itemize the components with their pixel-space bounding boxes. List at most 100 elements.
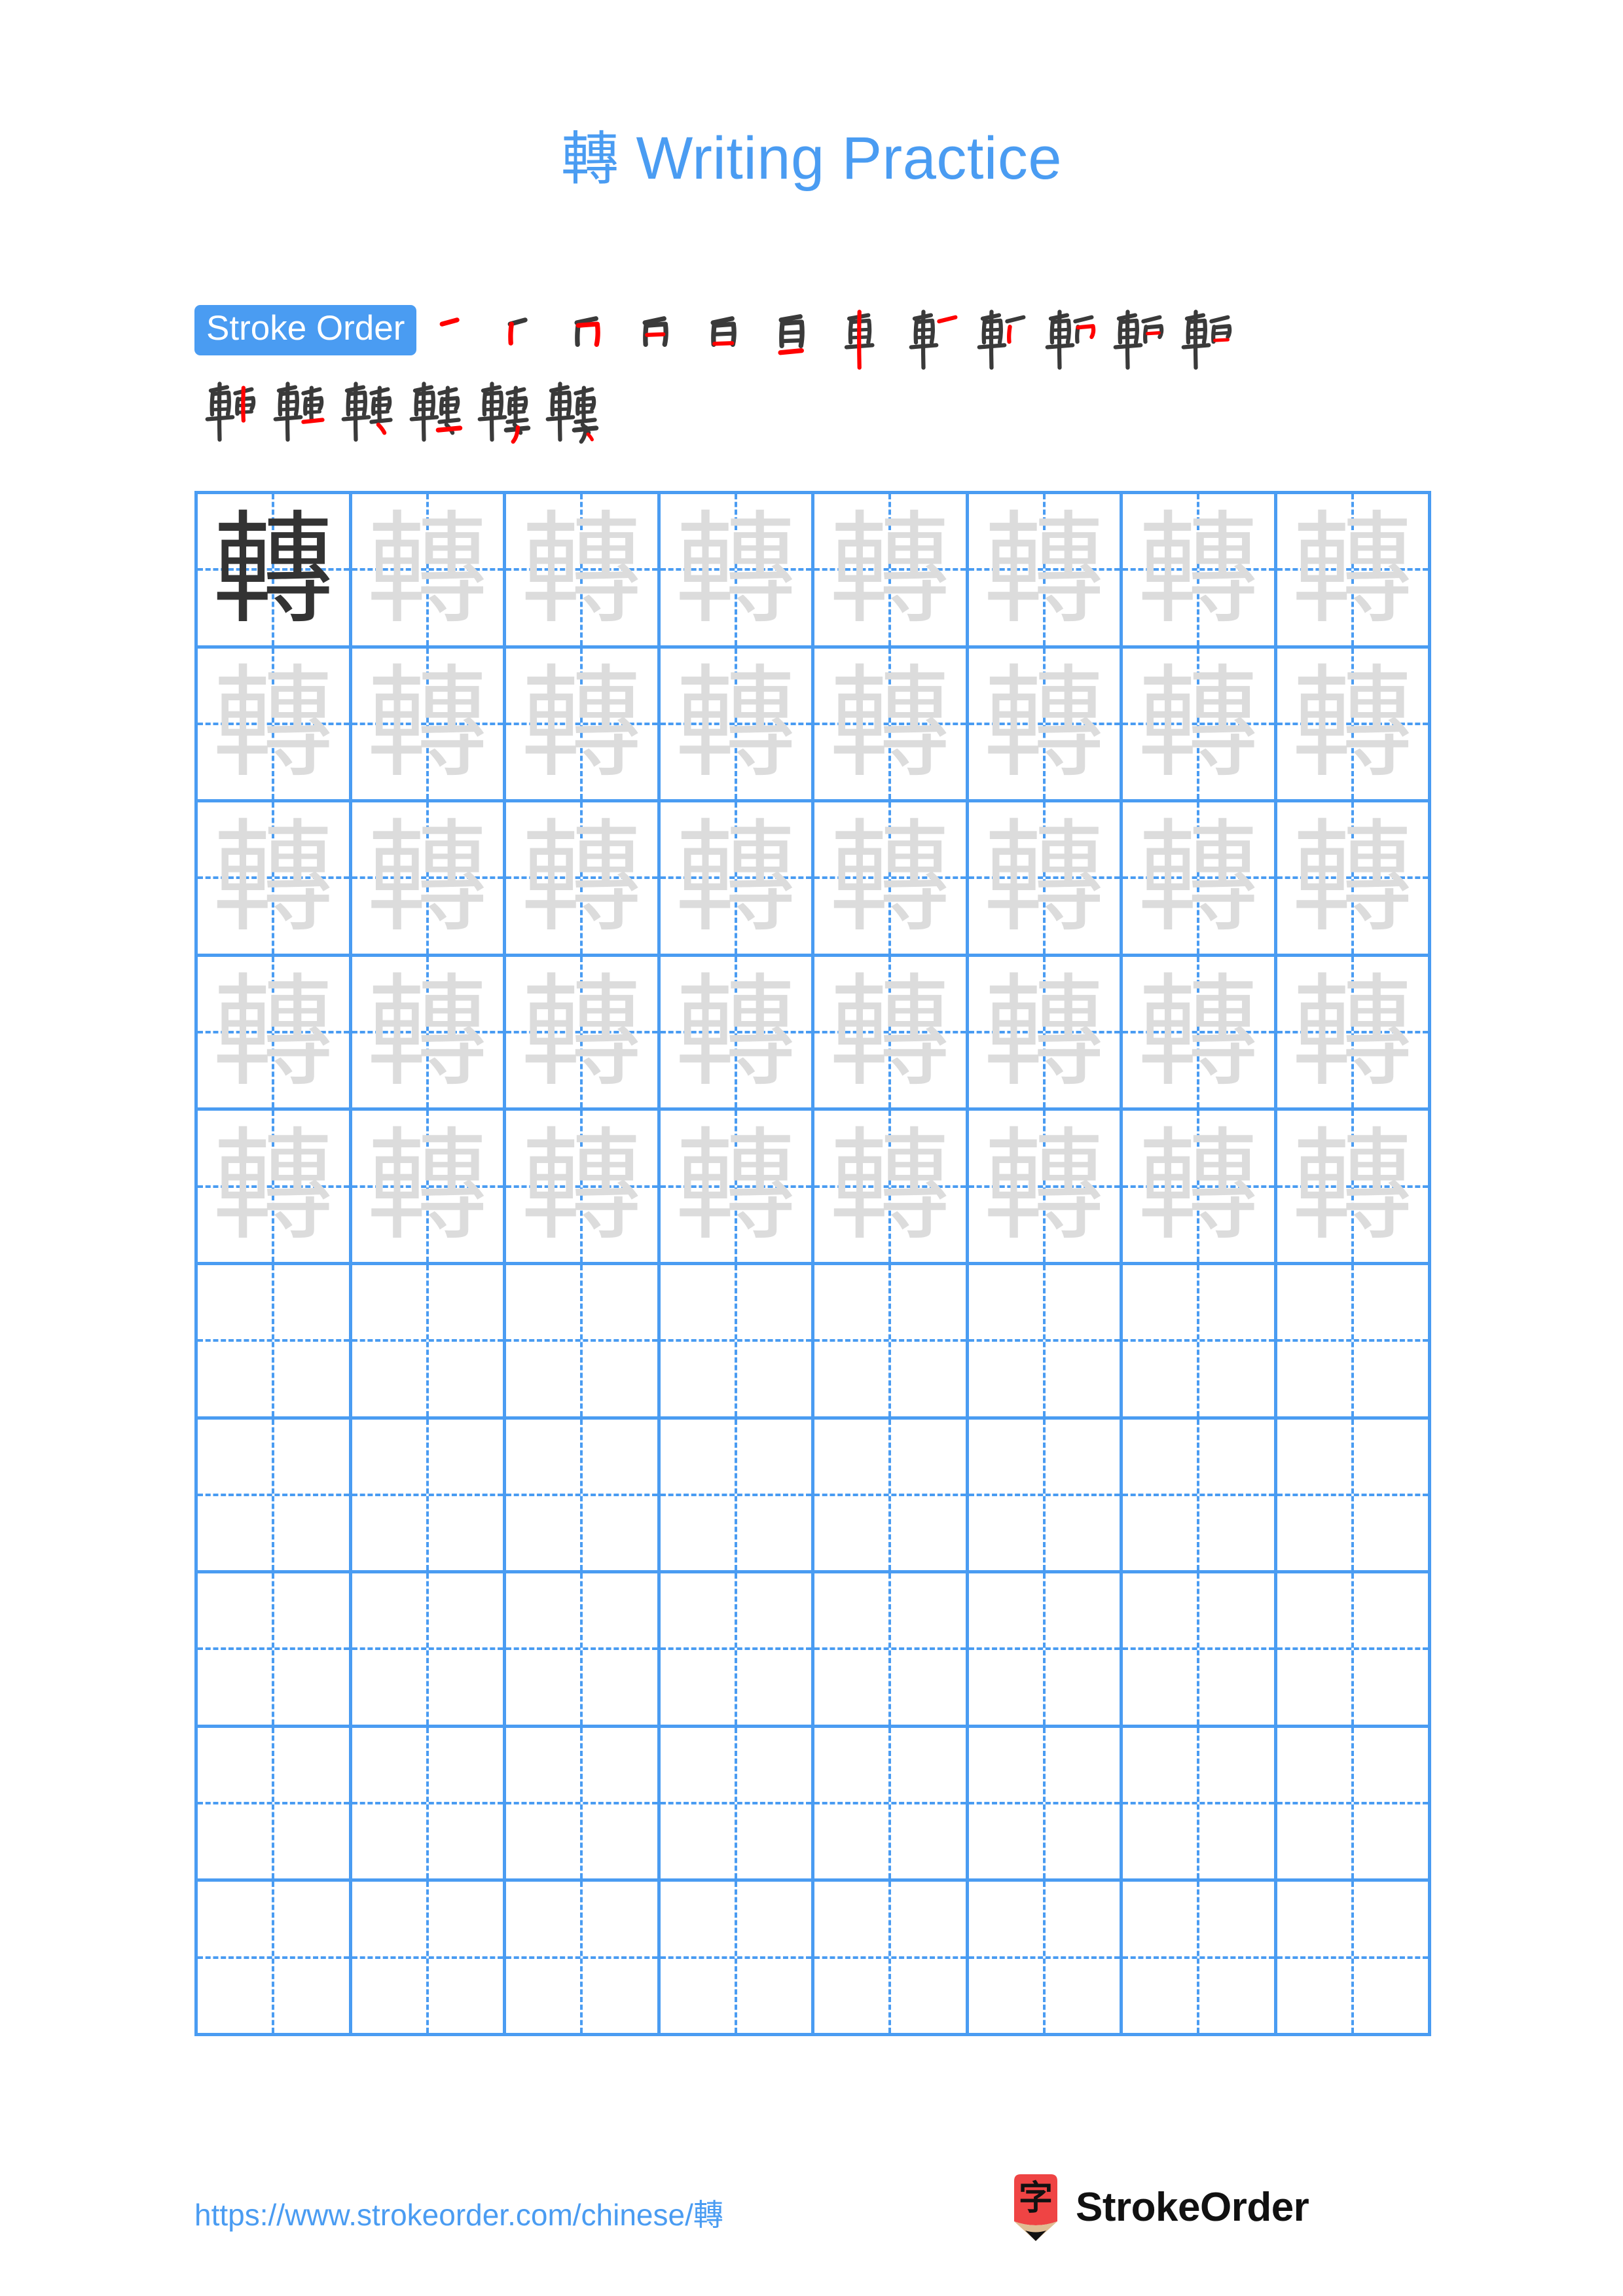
- practice-grid-cell[interactable]: 轉: [968, 648, 1123, 803]
- practice-grid-cell[interactable]: [814, 1882, 969, 2036]
- practice-grid-cell[interactable]: 轉: [352, 956, 506, 1111]
- practice-grid-cell[interactable]: [1123, 1419, 1277, 1574]
- blank-cell: [1277, 1573, 1429, 1725]
- practice-grid-cell[interactable]: 轉: [1123, 956, 1277, 1111]
- practice-grid-cell[interactable]: 轉: [506, 494, 661, 649]
- practice-grid-cell[interactable]: [814, 1419, 969, 1574]
- practice-grid-cell[interactable]: 轉: [198, 494, 352, 649]
- practice-grid-cell[interactable]: 轉: [968, 494, 1123, 649]
- footer-url-link[interactable]: https://www.strokeorder.com/chinese/轉: [194, 2191, 723, 2234]
- practice-grid-cell[interactable]: [198, 1419, 352, 1574]
- practice-grid-cell[interactable]: 轉: [1123, 1111, 1277, 1265]
- practice-grid-cell[interactable]: [968, 1419, 1123, 1574]
- practice-grid-cell[interactable]: [968, 1882, 1123, 2036]
- practice-grid-cell[interactable]: 轉: [506, 956, 661, 1111]
- practice-grid-cell[interactable]: [660, 1882, 814, 2036]
- practice-grid-cell[interactable]: 轉: [506, 648, 661, 803]
- practice-grid-cell[interactable]: 轉: [352, 648, 506, 803]
- practice-grid-cell[interactable]: [198, 1265, 352, 1420]
- practice-grid-cell[interactable]: [660, 1573, 814, 1728]
- practice-grid-cell[interactable]: [1123, 1882, 1277, 2036]
- practice-grid-cell[interactable]: [506, 1882, 661, 2036]
- stroke-step-16: [399, 377, 467, 445]
- practice-grid-cell[interactable]: [1277, 1882, 1431, 2036]
- practice-grid-cell[interactable]: 轉: [198, 1111, 352, 1265]
- practice-grid-cell[interactable]: 轉: [352, 494, 506, 649]
- practice-grid-cell[interactable]: 轉: [660, 1111, 814, 1265]
- stroke-order-row-2: [194, 377, 1438, 445]
- practice-grid-cell[interactable]: [1123, 1573, 1277, 1728]
- practice-grid-cell[interactable]: 轉: [814, 956, 969, 1111]
- trace-character: 轉: [520, 1115, 642, 1257]
- trace-character: 轉: [212, 653, 334, 795]
- practice-grid-cell[interactable]: 轉: [814, 1111, 969, 1265]
- blank-cell: [506, 1265, 657, 1416]
- practice-grid-cell[interactable]: 轉: [1277, 494, 1431, 649]
- practice-grid-cell[interactable]: [352, 1419, 506, 1574]
- practice-grid-cell[interactable]: 轉: [506, 802, 661, 957]
- blank-cell: [814, 1728, 966, 1879]
- trace-character: 轉: [212, 961, 334, 1103]
- practice-grid-cell[interactable]: [968, 1573, 1123, 1728]
- stroke-step-14: [263, 377, 331, 445]
- practice-grid-cell[interactable]: [198, 1882, 352, 2036]
- stroke-step-7: [830, 305, 898, 373]
- practice-grid-cell[interactable]: 轉: [1277, 1111, 1431, 1265]
- trace-character: 轉: [983, 498, 1105, 640]
- practice-grid-cell[interactable]: [968, 1727, 1123, 1882]
- practice-grid-cell[interactable]: [352, 1882, 506, 2036]
- brand-logo[interactable]: 字 StrokeOrder: [1010, 2173, 1309, 2241]
- practice-grid-cell[interactable]: [506, 1265, 661, 1420]
- practice-grid-cell[interactable]: [198, 1573, 352, 1728]
- practice-grid-cell[interactable]: [814, 1573, 969, 1728]
- practice-grid-cell[interactable]: [660, 1727, 814, 1882]
- practice-grid-cell[interactable]: 轉: [968, 1111, 1123, 1265]
- practice-grid-cell[interactable]: 轉: [660, 956, 814, 1111]
- practice-grid-cell[interactable]: [506, 1727, 661, 1882]
- practice-grid-cell[interactable]: [1277, 1265, 1431, 1420]
- practice-grid-cell[interactable]: 轉: [1277, 956, 1431, 1111]
- practice-grid-cell[interactable]: 轉: [1277, 802, 1431, 957]
- practice-grid-cell[interactable]: 轉: [660, 802, 814, 957]
- practice-grid-cell[interactable]: 轉: [1123, 802, 1277, 957]
- practice-grid-cell[interactable]: [352, 1265, 506, 1420]
- practice-grid-cell[interactable]: [1277, 1727, 1431, 1882]
- practice-grid-cell[interactable]: [352, 1573, 506, 1728]
- practice-grid-cell[interactable]: [660, 1419, 814, 1574]
- practice-grid-cell[interactable]: 轉: [814, 494, 969, 649]
- practice-grid-cell[interactable]: 轉: [1123, 494, 1277, 649]
- practice-grid-cell[interactable]: [198, 1727, 352, 1882]
- practice-grid-cell[interactable]: [1277, 1573, 1431, 1728]
- practice-grid-cell[interactable]: [352, 1727, 506, 1882]
- blank-cell: [661, 1882, 812, 2033]
- practice-grid-row: [198, 1419, 1431, 1574]
- practice-grid-cell[interactable]: 轉: [1277, 648, 1431, 803]
- practice-grid-cell[interactable]: [1123, 1727, 1277, 1882]
- practice-grid-cell[interactable]: 轉: [352, 802, 506, 957]
- practice-grid-cell[interactable]: [814, 1727, 969, 1882]
- practice-grid-cell[interactable]: 轉: [968, 802, 1123, 957]
- blank-cell: [198, 1573, 349, 1725]
- practice-grid-cell[interactable]: 轉: [506, 1111, 661, 1265]
- practice-grid-cell[interactable]: 轉: [660, 648, 814, 803]
- practice-grid-cell[interactable]: 轉: [198, 648, 352, 803]
- practice-grid-cell[interactable]: 轉: [352, 1111, 506, 1265]
- practice-grid-cell[interactable]: 轉: [198, 956, 352, 1111]
- practice-grid-cell[interactable]: 轉: [968, 956, 1123, 1111]
- practice-grid-cell[interactable]: [814, 1265, 969, 1420]
- practice-grid-cell[interactable]: 轉: [198, 802, 352, 957]
- practice-grid-cell[interactable]: [506, 1419, 661, 1574]
- practice-grid-cell[interactable]: [968, 1265, 1123, 1420]
- practice-grid-cell[interactable]: 轉: [814, 648, 969, 803]
- practice-grid-cell[interactable]: 轉: [660, 494, 814, 649]
- practice-grid-cell[interactable]: [1277, 1419, 1431, 1574]
- practice-grid-cell[interactable]: [506, 1573, 661, 1728]
- practice-grid-cell[interactable]: [1123, 1265, 1277, 1420]
- blank-cell: [1123, 1882, 1274, 2033]
- page-title-label: Writing Practice: [636, 125, 1063, 192]
- practice-grid-cell[interactable]: 轉: [814, 802, 969, 957]
- blank-cell: [1277, 1420, 1429, 1571]
- practice-grid-cell[interactable]: 轉: [1123, 648, 1277, 803]
- blank-cell: [506, 1728, 657, 1879]
- practice-grid-cell[interactable]: [660, 1265, 814, 1420]
